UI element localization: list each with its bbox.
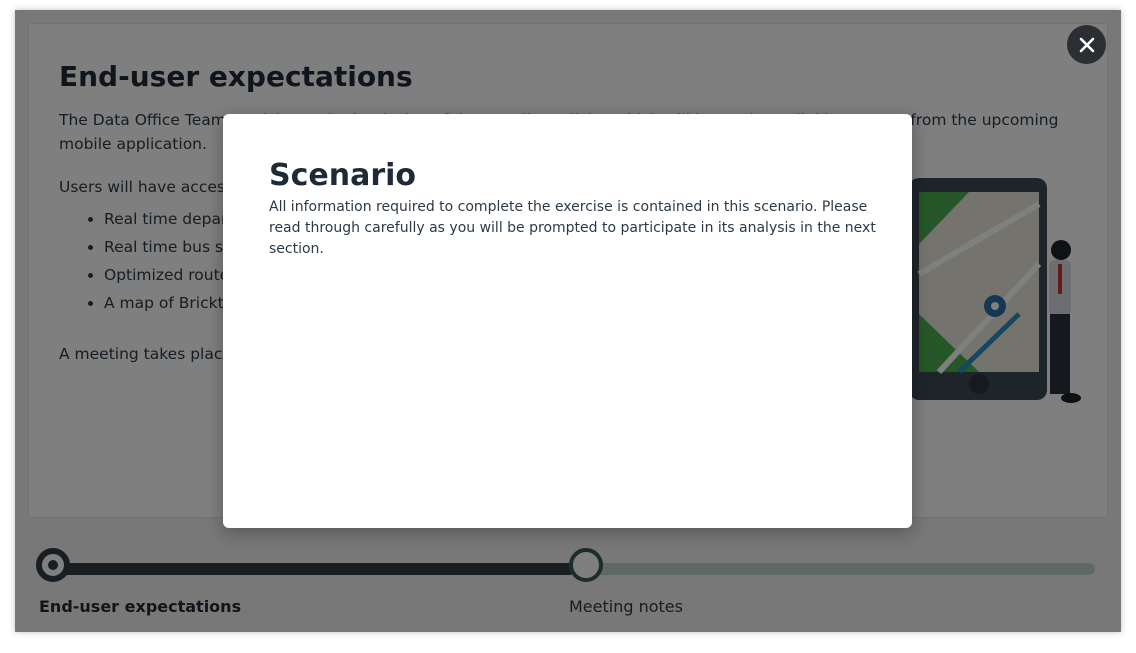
app-frame: End-user expectations The Data Office Te…: [15, 10, 1121, 632]
close-icon: [1079, 37, 1094, 52]
modal-title: Scenario: [269, 158, 417, 193]
scenario-modal: Scenario All information required to com…: [223, 114, 912, 528]
close-button[interactable]: [1067, 25, 1106, 64]
modal-body-text: All information required to complete the…: [269, 199, 876, 257]
